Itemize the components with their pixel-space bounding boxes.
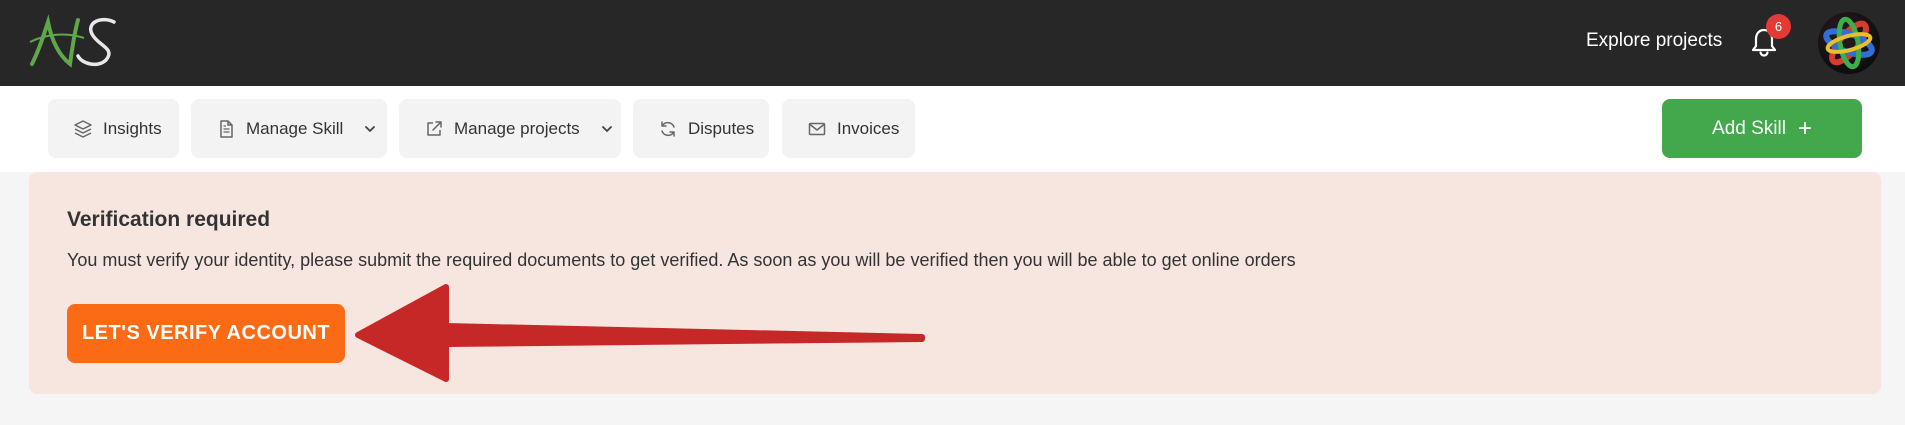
- refresh-icon: [661, 120, 675, 137]
- verify-account-button[interactable]: LET'S VERIFY ACCOUNT: [67, 304, 345, 363]
- avatar[interactable]: [1818, 12, 1880, 74]
- manage-skill-label: Manage Skill: [246, 118, 344, 138]
- top-bar: Explore projects 6: [0, 0, 1905, 86]
- add-skill-button[interactable]: Add Skill +: [1662, 99, 1862, 158]
- chevron-down-icon: [601, 125, 612, 132]
- manage-skill-dropdown[interactable]: Manage Skill: [191, 99, 387, 158]
- alert-title: Verification required: [67, 208, 271, 231]
- invoices-label: Invoices: [837, 118, 900, 138]
- chevron-down-icon: [365, 125, 376, 132]
- disputes-button[interactable]: Disputes: [633, 99, 769, 158]
- mail-icon: [808, 122, 826, 135]
- plus-icon: +: [1797, 114, 1812, 142]
- notification-badge: 6: [1766, 14, 1791, 39]
- invoices-button[interactable]: Invoices: [782, 99, 915, 158]
- disputes-label: Disputes: [688, 118, 755, 138]
- arrow-icon: [355, 284, 925, 382]
- external-link-icon: [427, 120, 442, 136]
- insights-label: Insights: [103, 118, 162, 138]
- add-skill-label: Add Skill: [1712, 117, 1786, 139]
- logo[interactable]: [26, 12, 126, 70]
- manage-projects-label: Manage projects: [454, 118, 580, 138]
- manage-projects-dropdown[interactable]: Manage projects: [399, 99, 621, 158]
- verification-alert: Verification required You must verify yo…: [29, 172, 1881, 394]
- alert-message: You must verify your identity, please su…: [67, 250, 1296, 270]
- explore-projects-link[interactable]: Explore projects: [1586, 30, 1722, 52]
- insights-button[interactable]: Insights: [48, 99, 179, 158]
- toolbar: Insights Manage Skill Manage projects Di: [0, 86, 1905, 172]
- layers-icon: [74, 119, 92, 138]
- document-icon: [220, 119, 233, 138]
